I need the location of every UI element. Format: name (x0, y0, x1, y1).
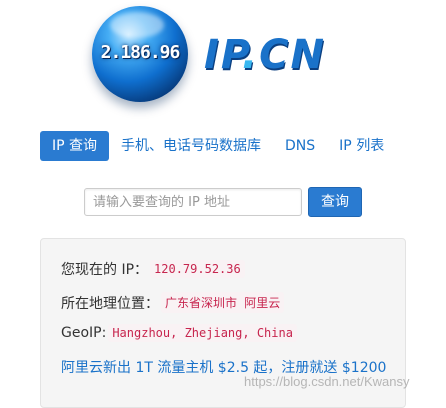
location-row: 所在地理位置： 广东省深圳市 阿里云 (61, 292, 285, 313)
ip-value: 120.79.52.36 (150, 260, 245, 278)
main-nav: IP 查询 手机、电话号码数据库 DNS IP 列表 (40, 131, 396, 161)
globe-icon: 2.186.96 (92, 6, 188, 102)
brand-wordmark: IP.CN (204, 32, 326, 78)
site-logo[interactable]: 2.186.96 IP.CN (92, 6, 362, 106)
ip-search-input[interactable] (84, 188, 302, 216)
geoip-row: GeoIP: Hangzhou, Zhejiang, China (61, 324, 297, 342)
nav-item-ip-query[interactable]: IP 查询 (40, 131, 110, 161)
nav-item-dns[interactable]: DNS (273, 131, 327, 161)
nav-item-phone-database[interactable]: 手机、电话号码数据库 (109, 131, 273, 161)
brand-cn: CN (259, 32, 326, 78)
brand-dot: . (241, 32, 260, 78)
location-label: 所在地理位置： (61, 295, 159, 312)
nav-item-ip-list[interactable]: IP 列表 (327, 131, 396, 161)
globe-ip-text: 2.186.96 (100, 42, 181, 63)
location-value: 广东省深圳市 阿里云 (161, 292, 285, 313)
ip-row: 您现在的 IP： 120.79.52.36 (61, 259, 245, 279)
watermark: https://blog.csdn.net/Kwansy (244, 374, 410, 389)
geoip-label: GeoIP: (61, 325, 107, 341)
ip-label: 您现在的 IP： (61, 262, 149, 278)
geoip-value: Hangzhou, Zhejiang, China (108, 324, 297, 342)
brand-ip: IP (204, 32, 242, 78)
search-button[interactable]: 查询 (308, 187, 362, 217)
